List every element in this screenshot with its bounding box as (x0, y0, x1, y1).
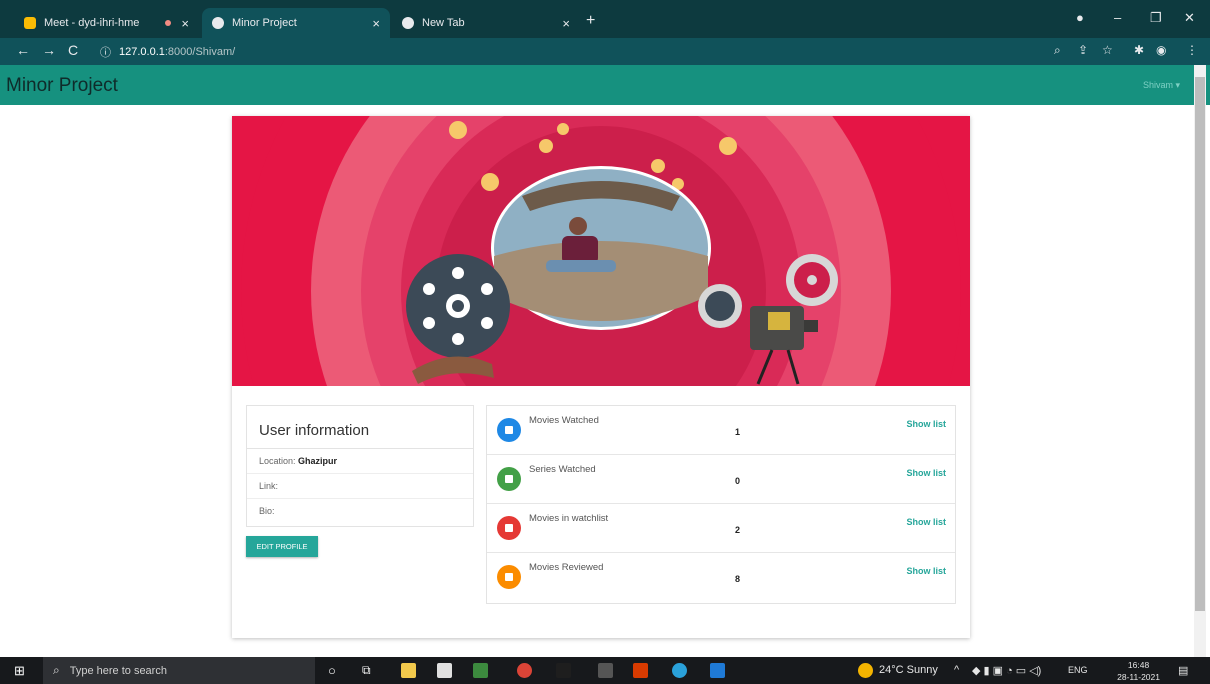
bio-label: Bio: (259, 506, 275, 516)
profile-banner (232, 116, 970, 386)
bio-row: Bio: (247, 499, 473, 524)
tab-title: New Tab (422, 17, 465, 29)
site-info-icon[interactable]: ⓘ (100, 44, 111, 60)
search-placeholder: Type here to search (69, 664, 167, 677)
brand-logo[interactable]: Minor Project (6, 75, 118, 97)
stat-movies-watched: Movies Watched 1 Show list (487, 406, 955, 455)
clock[interactable]: 16:48 28-11-2021 (1117, 659, 1160, 683)
telegram-icon[interactable] (672, 663, 687, 678)
url-field[interactable]: ⓘ 127.0.0.1 :8000/Shivam/ (100, 44, 235, 60)
meet-icon (24, 17, 36, 29)
user-information-title: User information (247, 406, 473, 449)
profile-icon[interactable]: ● (1076, 10, 1084, 25)
restore-button[interactable]: ❐ (1150, 10, 1162, 26)
stat-movies-reviewed: Movies Reviewed 8 Show list (487, 553, 955, 602)
stat-count: 0 (735, 476, 741, 486)
location-value: Ghazipur (298, 456, 338, 466)
store-icon[interactable] (437, 663, 452, 678)
taskbar-search[interactable]: ⌕ Type here to search (43, 657, 315, 684)
chevron-down-icon: ▾ (1175, 80, 1180, 90)
url-path: :8000/Shivam/ (164, 46, 236, 58)
task-view-icon[interactable]: ⧉ (362, 657, 371, 684)
stat-label: Movies Reviewed (529, 562, 604, 573)
location-label: Location: (259, 456, 296, 466)
close-tab-icon[interactable]: × (181, 16, 189, 31)
address-bar: ← → C ⓘ 127.0.0.1 :8000/Shivam/ ⌕ ⇪ ☆ ✱ … (0, 38, 1210, 65)
tab-new-tab[interactable]: New Tab × (392, 8, 580, 38)
taskbar: ⊞ ⌕ Type here to search ○ ⧉ 24°C Sunny ^… (0, 657, 1210, 684)
scrollbar-thumb[interactable] (1195, 77, 1205, 611)
show-list-link[interactable]: Show list (906, 419, 946, 429)
close-window-button[interactable]: ✕ (1184, 10, 1195, 26)
stat-label: Movies Watched (529, 415, 599, 426)
file-explorer-icon[interactable] (401, 663, 416, 678)
watchlist-icon (497, 516, 521, 540)
banner-illustration (241, 116, 961, 386)
movie-icon (497, 418, 521, 442)
scrollbar[interactable] (1194, 65, 1206, 657)
vscode-icon[interactable] (710, 663, 725, 678)
new-tab-button[interactable]: + (586, 12, 595, 30)
url-host: 127.0.0.1 (119, 46, 165, 58)
close-tab-icon[interactable]: × (372, 16, 380, 31)
stat-label: Movies in watchlist (529, 513, 609, 524)
stat-movies-in-watchlist: Movies in watchlist 2 Show list (487, 504, 955, 553)
search-icon: ⌕ (53, 663, 60, 677)
username: Shivam (1142, 80, 1173, 90)
tab-minor-project[interactable]: Minor Project × (202, 8, 390, 38)
clock-time: 16:48 (1127, 660, 1150, 670)
avatar[interactable]: ◉ (1156, 43, 1166, 57)
tab-meet[interactable]: Meet - dyd-ihri-hme × (14, 8, 199, 38)
review-icon (497, 565, 521, 589)
bookmark-star-icon[interactable]: ☆ (1102, 43, 1113, 57)
user-dropdown[interactable]: Shivam ▾ (1143, 80, 1180, 91)
pycharm-icon[interactable] (473, 663, 488, 678)
stat-count: 2 (735, 525, 741, 535)
tray-icons[interactable]: ◆ ▮ ▣ ◔ ▭ ◁) (972, 664, 1041, 677)
close-tab-icon[interactable]: × (562, 16, 570, 31)
link-label: Link: (259, 481, 279, 491)
forward-icon[interactable]: → (42, 42, 56, 58)
extensions-icon[interactable]: ✱ (1134, 43, 1144, 57)
tab-title: Meet - dyd-ihri-hme (44, 17, 140, 29)
link-row: Link: (247, 474, 473, 499)
weather-sun-icon (858, 663, 873, 678)
show-list-link[interactable]: Show list (906, 566, 946, 576)
windows-start-icon[interactable]: ⊞ (14, 657, 25, 684)
cortana-icon[interactable]: ○ (328, 657, 336, 684)
minimize-button[interactable]: – (1114, 10, 1121, 25)
weather-text[interactable]: 24°C Sunny (879, 664, 938, 676)
back-icon[interactable]: ← (16, 42, 30, 58)
clock-date: 28-11-2021 (1117, 672, 1160, 682)
user-information-panel: User information Location: Ghazipur Link… (246, 405, 474, 527)
app-header: Minor Project Shivam ▾ (0, 65, 1210, 105)
edit-profile-button[interactable]: EDIT PROFILE (246, 536, 318, 557)
stat-count: 8 (735, 574, 741, 584)
location-row: Location: Ghazipur (247, 449, 473, 474)
reload-icon[interactable]: C (68, 42, 78, 58)
stat-series-watched: Series Watched 0 Show list (487, 455, 955, 504)
browser-tab-bar: Meet - dyd-ihri-hme × Minor Project × Ne… (0, 0, 1210, 38)
profile-card: User information Location: Ghazipur Link… (232, 116, 970, 638)
tv-icon (497, 467, 521, 491)
language-indicator[interactable]: ENG (1068, 665, 1088, 675)
globe-icon (402, 17, 414, 29)
cc-icon[interactable] (598, 663, 613, 678)
show-list-link[interactable]: Show list (906, 517, 946, 527)
stats-list: Movies Watched 1 Show list Series Watche… (486, 405, 956, 604)
zoom-icon[interactable]: ⌕ (1054, 43, 1061, 58)
stat-label: Series Watched (529, 464, 596, 475)
app-icon[interactable] (556, 663, 571, 678)
stat-count: 1 (735, 427, 741, 437)
recording-indicator-icon (165, 20, 171, 26)
notifications-icon[interactable]: ▤ (1178, 664, 1188, 677)
globe-icon (212, 17, 224, 29)
office-icon[interactable] (633, 663, 648, 678)
tab-title: Minor Project (232, 17, 297, 29)
chevron-up-icon[interactable]: ^ (954, 664, 959, 676)
show-list-link[interactable]: Show list (906, 468, 946, 478)
chrome-icon[interactable] (517, 663, 532, 678)
menu-icon[interactable]: ⋮ (1186, 43, 1198, 57)
share-icon[interactable]: ⇪ (1078, 43, 1088, 57)
